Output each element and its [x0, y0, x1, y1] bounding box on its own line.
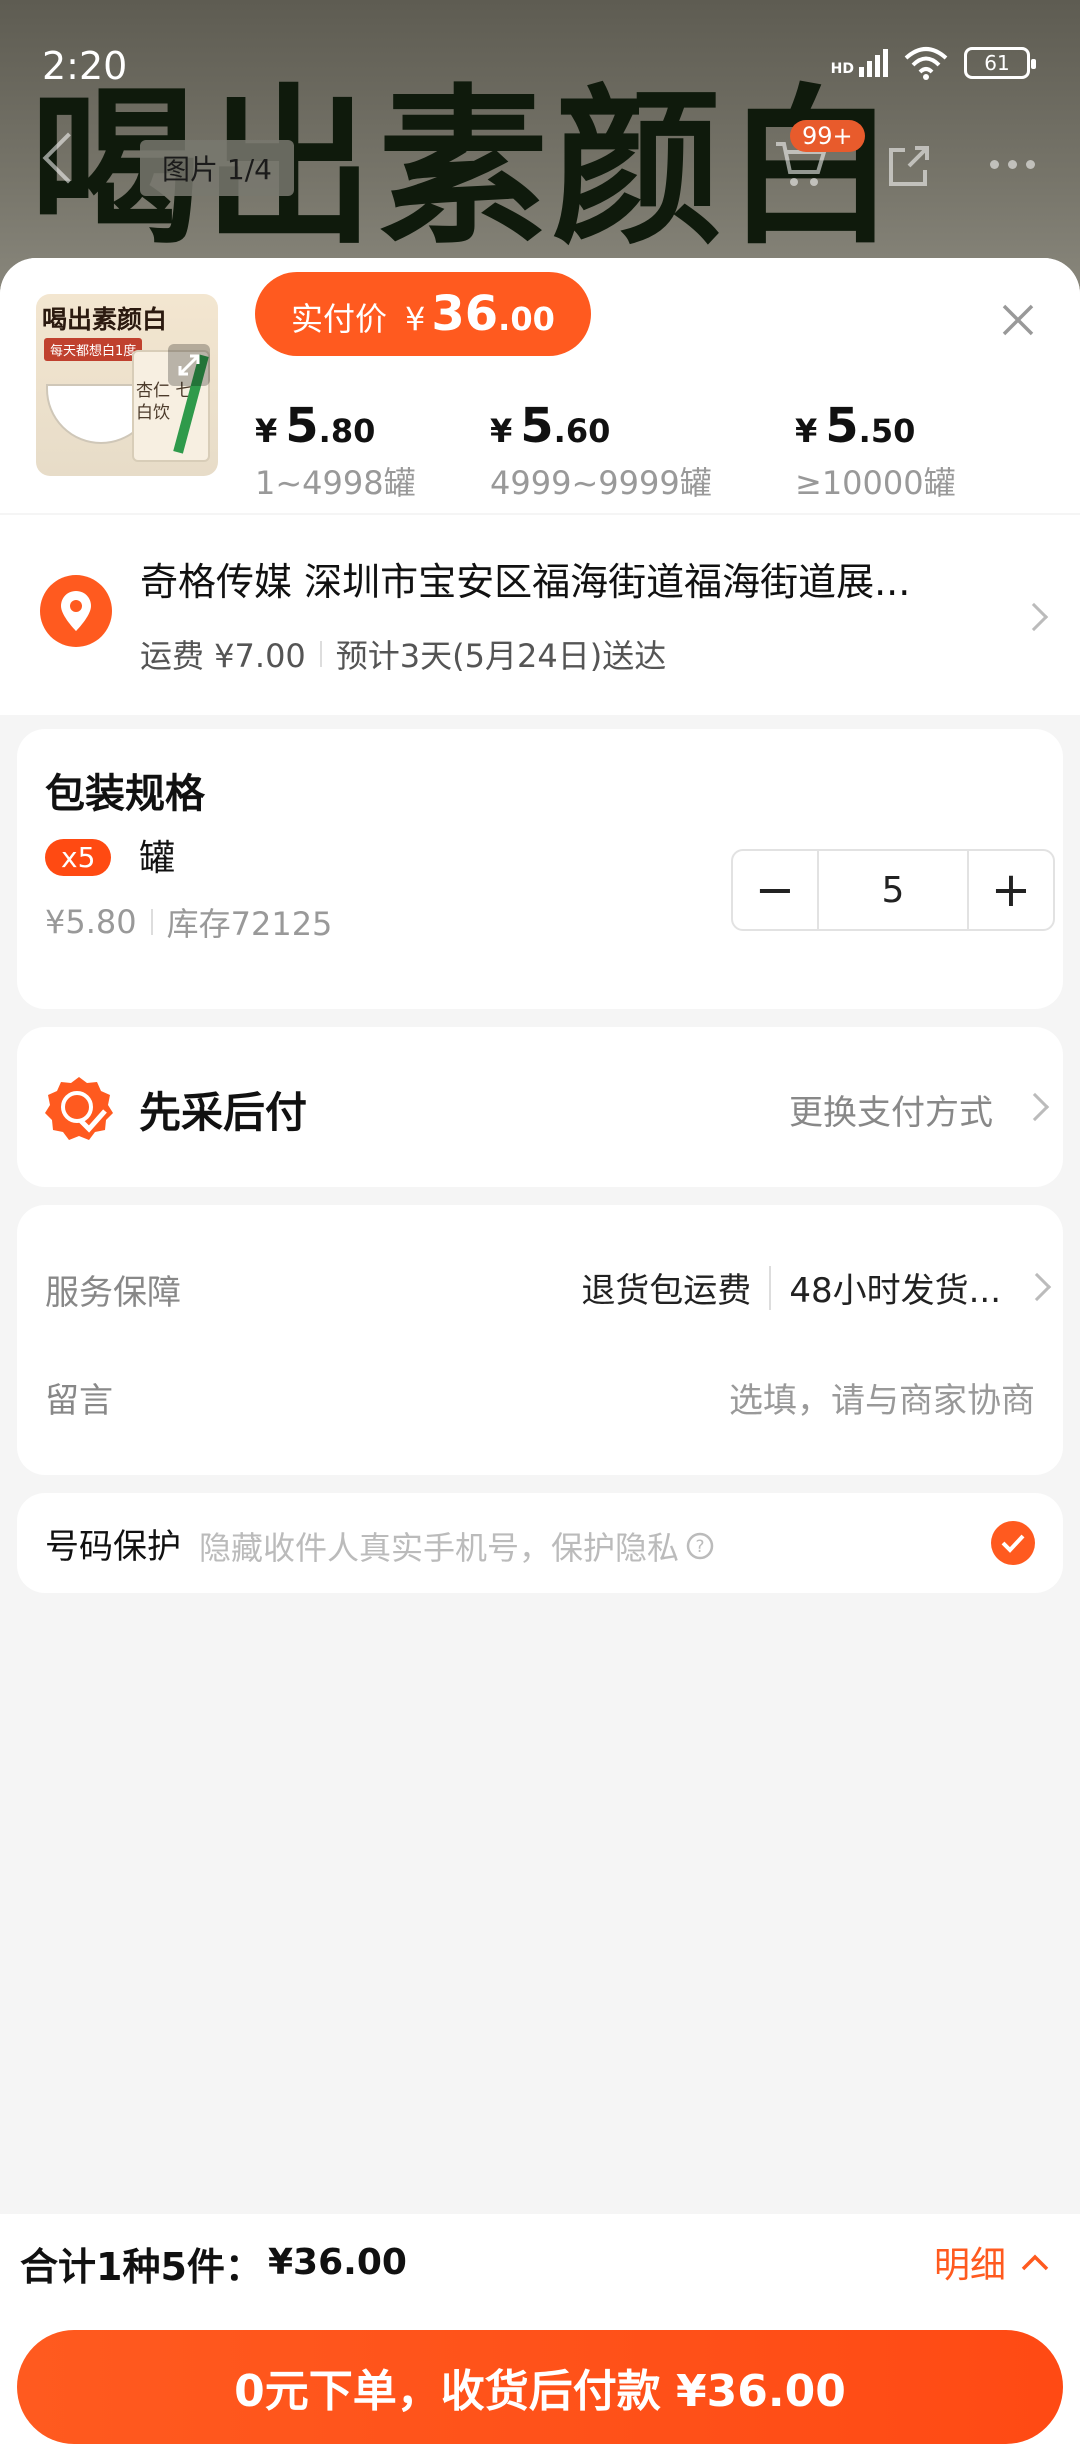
status-icons: HD 61 — [831, 46, 1036, 80]
service-values[interactable]: 退货包运费 48小时发货... — [581, 1263, 1001, 1312]
network-type: HD — [830, 61, 854, 77]
service-item-return: 退货包运费 — [581, 1271, 752, 1311]
price-tier-3: ¥5.50 ≥10000罐 — [795, 398, 956, 504]
price-tier-2: ¥5.60 4999~9999罐 — [490, 398, 712, 504]
spec-price-row: ¥5.80 库存72125 — [45, 899, 332, 945]
location-pin-icon — [40, 575, 112, 647]
increment-button[interactable]: + — [969, 851, 1053, 929]
tier-price-int: 5 — [825, 398, 859, 454]
thumb-tag: 每天都想白1度 — [44, 338, 143, 361]
actual-price-decimal: .00 — [498, 300, 555, 338]
privacy-card: 号码保护 隐藏收件人真实手机号，保护隐私 ? — [17, 1493, 1063, 1593]
wifi-icon — [904, 47, 948, 80]
change-payment-link[interactable]: 更换支付方式 — [789, 1085, 993, 1134]
detail-label: 明细 — [933, 2245, 1006, 2286]
shipping-info: 运费 ¥7.00 预计3天(5月24日)送达 — [140, 631, 666, 677]
total-bar: 合计1种5件： ¥36.00 明细 — [0, 2214, 1080, 2310]
pack-size-badge: x5 — [45, 839, 112, 876]
tier-price-int: 5 — [520, 398, 554, 454]
status-time: 2:20 — [42, 44, 128, 88]
stock-count: 库存72125 — [166, 905, 333, 943]
share-icon[interactable] — [885, 142, 933, 190]
help-icon[interactable]: ? — [685, 1531, 715, 1561]
tier-price-dec: .80 — [318, 412, 376, 450]
message-input[interactable]: 选填，请与商家协商 — [729, 1373, 1035, 1422]
chevron-right-icon — [1022, 1272, 1052, 1302]
chevron-right-icon — [1019, 602, 1049, 632]
tier-range: 1~4998罐 — [255, 464, 416, 502]
actual-price-integer: 36 — [431, 286, 499, 342]
expand-icon[interactable] — [168, 344, 210, 386]
bottom-action-area: 0元下单，收货后付款 ¥36.00 — [0, 2310, 1080, 2460]
thumb-title: 喝出素颜白 — [42, 305, 168, 334]
total-amount: ¥36.00 — [268, 2242, 407, 2283]
quantity-stepper: − 5 + — [731, 849, 1055, 931]
svg-text:?: ? — [696, 1537, 705, 1557]
purchase-sheet: 喝出素颜白 每天都想白1度 杏仁 七白饮 实付价 ¥ 36 .00 ¥5.80 … — [0, 258, 1080, 2460]
more-icon[interactable] — [990, 160, 1035, 169]
unit-label: 罐 — [139, 838, 176, 879]
quantity-input[interactable]: 5 — [817, 851, 969, 929]
tier-currency: ¥ — [255, 412, 278, 450]
cart-badge: 99+ — [790, 120, 865, 152]
spec-card: 包装规格 x5 罐 ¥5.80 库存72125 − 5 + — [17, 729, 1063, 1009]
divider — [319, 641, 322, 667]
shipping-fee: 运费 ¥7.00 — [140, 637, 306, 675]
actual-price-pill: 实付价 ¥ 36 .00 — [255, 272, 591, 356]
battery-level: 61 — [984, 51, 1010, 75]
actual-price-label: 实付价 — [291, 300, 388, 338]
privacy-label: 号码保护 — [45, 1527, 181, 1567]
address-row[interactable]: 奇格传媒 深圳市宝安区福海街道福海街道展... 运费 ¥7.00 预计3天(5月… — [0, 515, 1080, 715]
product-header-background: 喝出素颜白 2:20 HD 61 图片 1/4 99+ — [0, 0, 1080, 300]
tier-currency: ¥ — [490, 412, 513, 450]
divider — [150, 909, 153, 935]
battery-icon: 61 — [964, 47, 1036, 79]
address-text: 奇格传媒 深圳市宝安区福海街道福海街道展... — [140, 560, 911, 604]
signal-icon: HD — [831, 49, 888, 77]
payment-card[interactable]: 先采后付 更换支付方式 — [17, 1027, 1063, 1187]
service-item-shipping: 48小时发货... — [789, 1271, 1001, 1311]
tier-range: 4999~9999罐 — [490, 464, 712, 502]
tier-price-dec: .60 — [553, 412, 611, 450]
chevron-up-icon — [1021, 2254, 1049, 2271]
decrement-button[interactable]: − — [733, 851, 817, 929]
privacy-desc-row: 隐藏收件人真实手机号，保护隐私 ? — [199, 1523, 715, 1569]
service-card: 服务保障 退货包运费 48小时发货... 留言 选填，请与商家协商 — [17, 1205, 1063, 1475]
message-label: 留言 — [45, 1381, 113, 1421]
product-summary: 喝出素颜白 每天都想白1度 杏仁 七白饮 实付价 ¥ 36 .00 ¥5.80 … — [0, 258, 1080, 513]
detail-button[interactable]: 明细 — [934, 2236, 1050, 2288]
tier-price-dec: .50 — [858, 412, 916, 450]
product-thumbnail[interactable]: 喝出素颜白 每天都想白1度 杏仁 七白饮 — [36, 294, 218, 476]
spec-title: 包装规格 — [45, 771, 205, 817]
delivery-eta: 预计3天(5月24日)送达 — [335, 637, 667, 675]
pay-later-icon — [45, 1077, 113, 1140]
payment-title: 先采后付 — [139, 1088, 308, 1137]
service-label: 服务保障 — [45, 1273, 181, 1313]
chevron-right-icon — [1020, 1092, 1050, 1122]
unit-price: ¥5.80 — [45, 903, 137, 941]
price-tier-1: ¥5.80 1~4998罐 — [255, 398, 416, 504]
privacy-description: 隐藏收件人真实手机号，保护隐私 — [199, 1529, 680, 1567]
divider — [769, 1265, 772, 1310]
total-label: 合计1种5件： — [20, 2245, 263, 2289]
image-counter: 图片 1/4 — [140, 140, 294, 196]
tier-range: ≥10000罐 — [795, 464, 956, 502]
privacy-checkbox[interactable] — [991, 1521, 1035, 1565]
tier-price-int: 5 — [285, 398, 319, 454]
tier-currency: ¥ — [795, 412, 818, 450]
close-icon[interactable] — [996, 298, 1040, 342]
submit-order-button[interactable]: 0元下单，收货后付款 ¥36.00 — [17, 2330, 1063, 2444]
actual-price-currency: ¥ — [405, 300, 426, 338]
